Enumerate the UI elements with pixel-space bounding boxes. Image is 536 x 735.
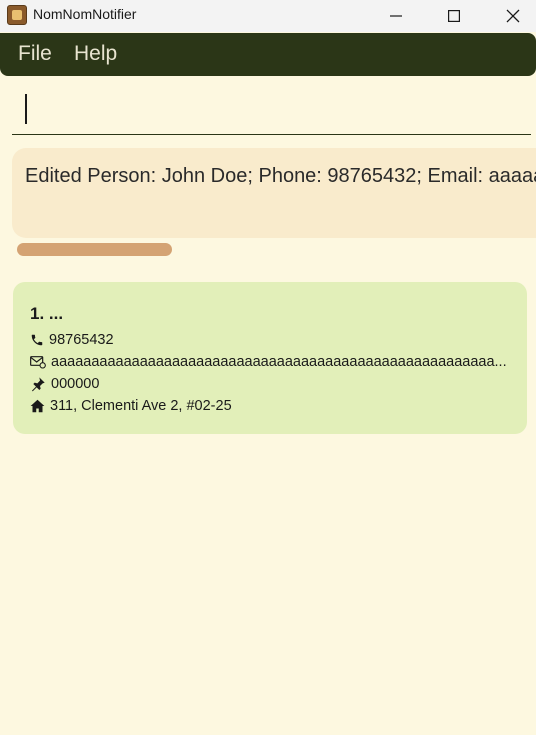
person-card[interactable]: 1. ... 98765432 aaaaaaaaaaaaaaaaaaaaaaaa… [13,282,527,434]
address-text: 311, Clementi Ave 2, #02-25 [50,398,232,414]
pin-icon [32,377,45,392]
email-text: aaaaaaaaaaaaaaaaaaaaaaaaaaaaaaaaaaaaaaaa… [51,354,507,370]
window-title: NomNomNotifier [33,6,137,22]
address-row: 311, Clementi Ave 2, #02-25 [30,396,520,416]
menu-bar: File Help [0,33,536,76]
result-scrollbar[interactable] [17,243,172,256]
close-icon [506,9,520,23]
home-icon [30,399,45,413]
result-text: Edited Person: John Doe; Phone: 98765432… [25,165,536,187]
result-display[interactable]: Edited Person: John Doe; Phone: 98765432… [12,148,536,238]
close-button[interactable] [490,0,536,32]
maximize-icon [448,10,460,22]
app-icon [7,5,27,25]
postal-text: 000000 [51,376,100,392]
postal-row: 000000 [30,374,520,394]
email-row: aaaaaaaaaaaaaaaaaaaaaaaaaaaaaaaaaaaaaaaa… [30,352,520,372]
person-name: 1. ... [30,304,64,323]
minimize-button[interactable] [373,0,419,32]
minimize-icon [390,15,402,17]
command-input[interactable] [12,84,531,135]
menu-file[interactable]: File [18,42,52,66]
menu-help[interactable]: Help [74,42,117,66]
email-icon [30,356,46,369]
phone-text: 98765432 [49,332,114,348]
phone-row: 98765432 [30,330,520,350]
phone-icon [31,334,43,346]
text-caret [25,94,27,124]
maximize-button[interactable] [431,0,477,32]
title-bar: NomNomNotifier [0,0,536,32]
